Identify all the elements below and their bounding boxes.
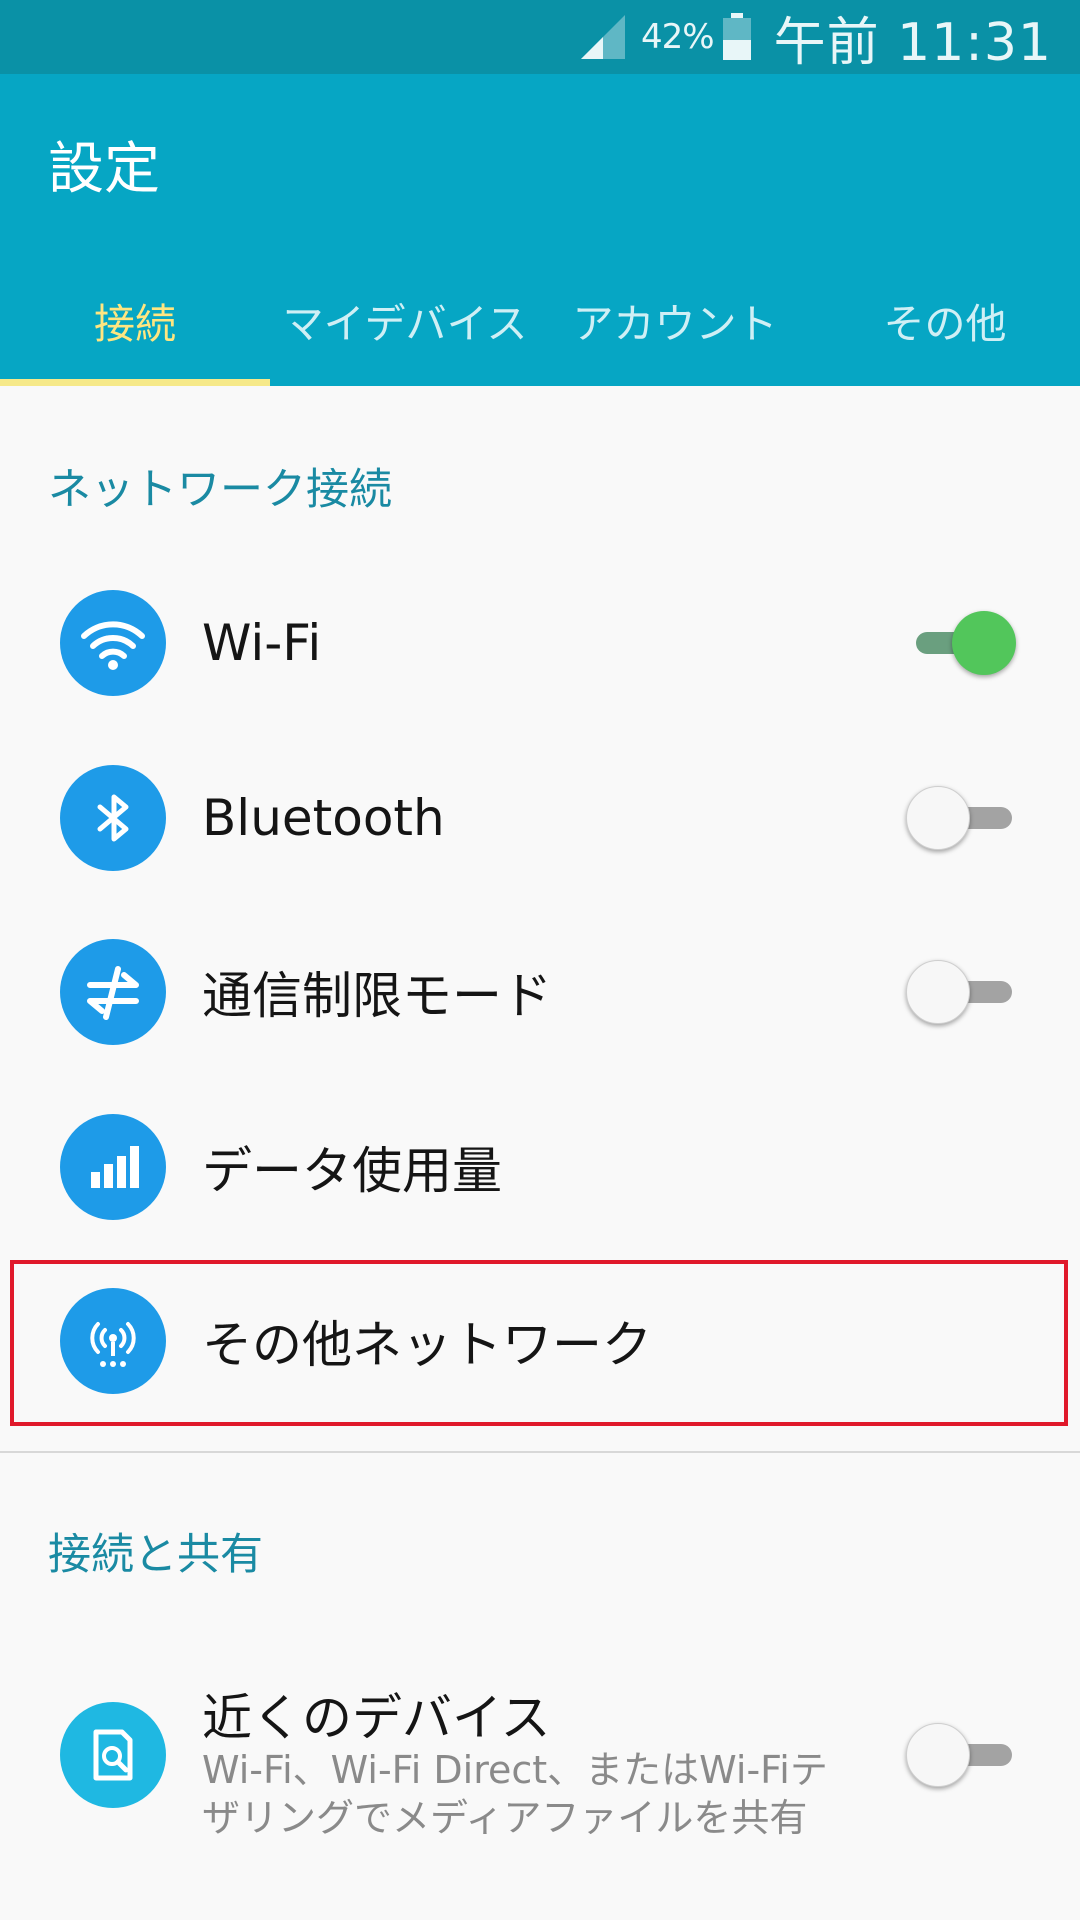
wifi-toggle[interactable]	[906, 611, 1016, 675]
section-header-sharing: 接続と共有	[48, 1530, 263, 1580]
wifi-icon	[60, 590, 166, 696]
tab-connections[interactable]: 接続	[0, 254, 270, 386]
highlight-box	[10, 1260, 1068, 1426]
setting-row-wifi[interactable]: Wi-Fi	[0, 556, 1080, 730]
setting-row-nearby-devices[interactable]: 近くのデバイス Wi-Fi、Wi-Fi Direct、またはWi-Fiテザリング…	[0, 1660, 1080, 1850]
section-divider	[0, 1451, 1080, 1453]
toggle-thumb	[906, 786, 970, 850]
app-bar: 設定 接続 マイデバイス アカウント その他	[0, 74, 1080, 386]
page-title: 設定	[48, 137, 160, 202]
battery-icon	[722, 13, 751, 60]
setting-description: Wi-Fi、Wi-Fi Direct、またはWi-Fiテザリングでメディアファイ…	[202, 1748, 828, 1840]
setting-label: 近くのデバイス	[202, 1689, 551, 1747]
tab-accounts[interactable]: アカウント	[540, 254, 810, 386]
setting-label: Wi-Fi	[202, 614, 322, 672]
toggle-thumb	[906, 1723, 970, 1787]
signal-icon	[581, 15, 626, 59]
clock: 午前 11:31	[773, 12, 1052, 73]
active-tab-indicator	[0, 379, 270, 386]
nearby-devices-toggle[interactable]	[906, 1723, 1016, 1787]
setting-row-data-usage[interactable]: データ使用量	[0, 1080, 1080, 1254]
data-usage-icon	[60, 1114, 166, 1220]
bluetooth-toggle[interactable]	[906, 786, 1016, 850]
nearby-devices-icon	[60, 1702, 166, 1808]
toggle-thumb	[906, 960, 970, 1024]
setting-row-restricted-mode[interactable]: 通信制限モード	[0, 905, 1080, 1079]
tab-my-device[interactable]: マイデバイス	[270, 254, 540, 386]
airplane-mode-icon	[60, 939, 166, 1045]
tab-bar: 接続 マイデバイス アカウント その他	[0, 254, 1080, 386]
section-header-network: ネットワーク接続	[48, 465, 392, 515]
setting-row-bluetooth[interactable]: Bluetooth	[0, 731, 1080, 905]
setting-label: 通信制限モード	[202, 967, 552, 1025]
bluetooth-icon	[60, 765, 166, 871]
restricted-mode-toggle[interactable]	[906, 960, 1016, 1024]
setting-label: データ使用量	[202, 1142, 502, 1200]
toggle-thumb	[952, 611, 1016, 675]
status-bar: 42% 午前 11:31	[0, 0, 1080, 74]
battery-percent: 42%	[641, 17, 715, 57]
setting-label: Bluetooth	[202, 789, 445, 847]
tab-more[interactable]: その他	[810, 254, 1080, 386]
